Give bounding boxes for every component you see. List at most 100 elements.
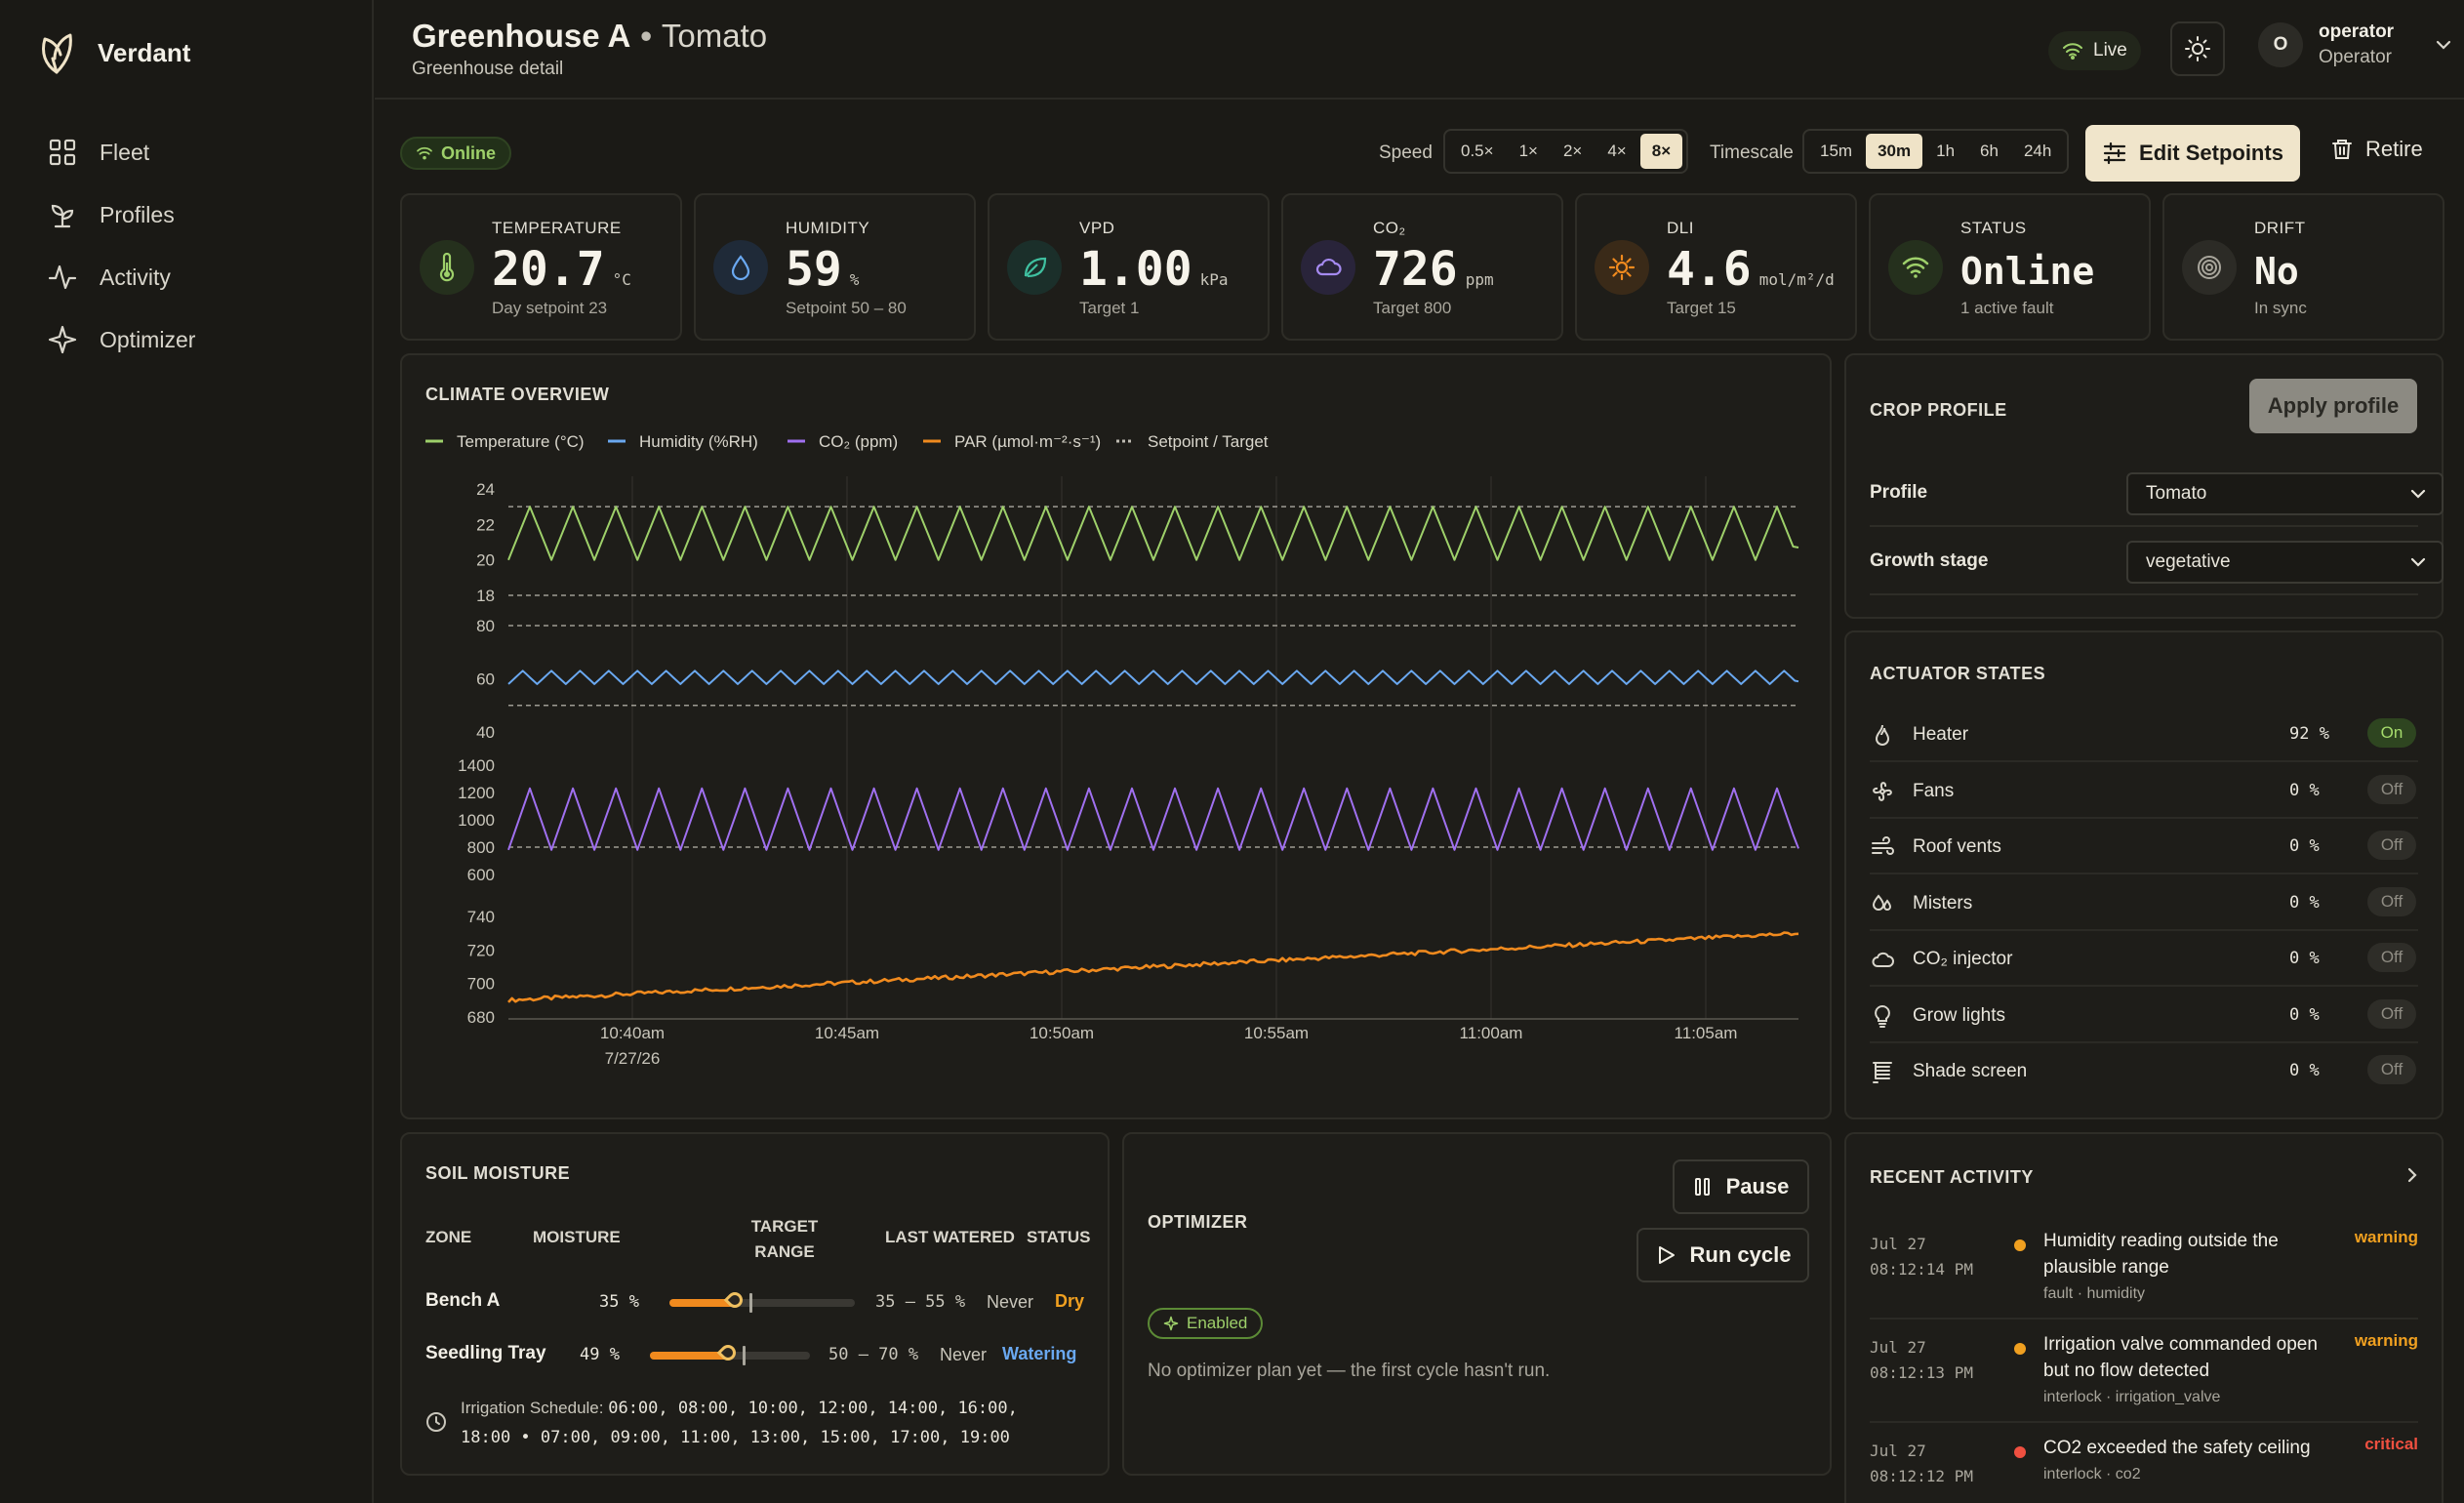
moisture-value: 49 % (580, 1345, 620, 1364)
legend-label: Humidity (%RH) (639, 432, 758, 451)
activity-date: Jul 27 (1870, 1338, 1926, 1357)
timescale-option[interactable]: 15m (1808, 134, 1864, 169)
activity-timestamp: Jul 27 08:12:14 PM (1870, 1232, 1973, 1282)
apply-profile-button[interactable]: Apply profile (2249, 379, 2417, 433)
kpi-value-number: Online (1960, 250, 2095, 293)
timescale-option[interactable]: 6h (1968, 134, 2010, 169)
growth-stage-select[interactable]: vegetative (2126, 541, 2444, 584)
timescale-label: Timescale (1710, 142, 1794, 163)
column-header-status: STATUS (1027, 1228, 1091, 1246)
y-tick-label: 600 (467, 866, 495, 884)
leaf-logo-icon (42, 33, 72, 74)
chevron-right-icon[interactable] (2403, 1165, 2422, 1185)
pause-button[interactable]: Pause (1673, 1159, 1809, 1214)
enabled-label: Enabled (1187, 1314, 1248, 1332)
kpi-footnote: Setpoint 50 – 80 (786, 299, 907, 317)
legend-item: Setpoint / Target (1116, 432, 1269, 451)
sidebar-item-label: Optimizer (100, 326, 196, 352)
y-tick-label: 24 (476, 480, 495, 499)
profile-row: Profile Tomato (1870, 459, 2444, 527)
column-header-moisture: MOISTURE (533, 1228, 621, 1246)
kpi-label: DLI (1667, 219, 1694, 237)
brand[interactable]: Verdant (35, 29, 190, 76)
activity-message-block: Humidity reading outside the plausible r… (2043, 1228, 2326, 1306)
actuator-row-grow-lights: Grow lights 0 % Off (1870, 988, 2418, 1043)
activity-timestamp: Jul 27 08:12:13 PM (1870, 1335, 1973, 1386)
fan-icon (1873, 781, 1892, 801)
recent-activity-card: RECENT ACTIVITY Jul 27 08:12:14 PM Humidit… (1844, 1132, 2444, 1503)
sidebar-item-profiles[interactable]: Profiles (47, 183, 340, 246)
actuator-percent: 0 % (2289, 780, 2320, 800)
speed-option[interactable]: 4× (1596, 134, 1637, 169)
kpi-value-number: 726 (1373, 242, 1458, 297)
retire-label: Retire (2365, 137, 2423, 161)
actuator-state-badge: Off (2367, 943, 2416, 972)
sun-icon (1608, 254, 1636, 281)
profile-select-value: Tomato (2146, 483, 2207, 504)
pause-label: Pause (1725, 1174, 1790, 1198)
profile-select[interactable]: Tomato (2126, 472, 2444, 515)
sidebar: Verdant Fleet Profiles Activity Optimize… (0, 0, 374, 1503)
severity-label: critical (2364, 1435, 2418, 1453)
kpi-card-humidity: HUMIDITY 59% Setpoint 50 – 80 (694, 193, 976, 341)
theme-toggle-button[interactable] (2170, 21, 2225, 76)
speed-option[interactable]: 8× (1639, 134, 1683, 169)
y-tick-label: 740 (467, 908, 495, 926)
sparkle-icon (48, 325, 77, 354)
timescale-option[interactable]: 30m (1866, 134, 1923, 169)
status-badge-label: Online (441, 142, 497, 163)
sidebar-nav: Fleet Profiles Activity Optimizer (47, 121, 340, 371)
y-tick-label: 60 (476, 670, 495, 689)
last-watered-value: Never (987, 1292, 1034, 1312)
soil-moisture-card: SOIL MOISTURE ZONE MOISTURE TARGET RANGE… (400, 1132, 1110, 1476)
actuator-icon-wrap (1870, 834, 1895, 860)
actuator-name: Fans (1913, 780, 1955, 801)
run-cycle-button[interactable]: Run cycle (1636, 1228, 1809, 1282)
sidebar-item-activity[interactable]: Activity (47, 246, 340, 308)
speed-option[interactable]: 0.5× (1449, 134, 1506, 169)
chevron-down-icon (2410, 557, 2426, 567)
climate-overview-card: CLIMATE OVERVIEW Temperature (°C) Humidit… (400, 353, 1832, 1119)
timescale-option[interactable]: 1h (1924, 134, 1966, 169)
target-low-tick (743, 1346, 747, 1365)
timescale-option[interactable]: 24h (2012, 134, 2063, 169)
legend-item: PAR (µmol·m⁻²·s⁻¹) (923, 432, 1101, 451)
activity-time: 08:12:13 PM (1870, 1363, 1973, 1382)
kpi-value: Online (1960, 250, 2094, 293)
y-tick-label: 1000 (458, 811, 495, 830)
wifi-icon (417, 146, 432, 160)
activity-message-block: Irrigation valve commanded open but no f… (2043, 1331, 2326, 1409)
wifi-icon (1902, 257, 1929, 278)
x-tick-label: 10:50am (1030, 1024, 1094, 1042)
moisture-knob (723, 1288, 746, 1312)
profile-label: Profile (1870, 482, 1928, 503)
live-indicator[interactable]: Live (2048, 31, 2141, 70)
legend-label: Temperature (°C) (457, 432, 585, 451)
speed-option[interactable]: 1× (1508, 134, 1550, 169)
sidebar-item-fleet[interactable]: Fleet (47, 121, 340, 183)
actuator-icon-wrap (1870, 1003, 1895, 1029)
grid-icon (49, 139, 76, 166)
edit-setpoints-button[interactable]: Edit Setpoints (2085, 125, 2300, 182)
irrigation-schedule: Irrigation Schedule: 06:00, 08:00, 10:00… (461, 1394, 1018, 1452)
kpi-value: 20.7 °C (492, 242, 631, 297)
growth-stage-label: Growth stage (1870, 550, 1989, 571)
crop-profile-card: CROP PROFILE Apply profile Profile Tomat… (1844, 353, 2444, 619)
retire-button[interactable]: Retire (2330, 137, 2423, 162)
kpi-value: No (2254, 250, 2299, 293)
user-menu[interactable]: O operator Operator (2258, 21, 2454, 68)
user-role: Operator (2319, 47, 2392, 67)
growth-stage-select-value: vegetative (2146, 551, 2231, 572)
kpi-label: STATUS (1960, 219, 2027, 237)
activity-date: Jul 27 (1870, 1442, 1926, 1460)
kpi-footnote: Target 800 (1373, 299, 1452, 317)
timescale-selector: 15m 30m 1h 6h 24h (1802, 129, 2070, 174)
severity-label: warning (2354, 1331, 2418, 1350)
kpi-card-temperature: TEMPERATURE 20.7 °C Day setpoint 23 (400, 193, 682, 341)
kpi-label: CO₂ (1373, 219, 1406, 237)
zone-name: Seedling Tray (425, 1343, 546, 1363)
kpi-unit: % (849, 270, 860, 289)
sidebar-item-optimizer[interactable]: Optimizer (47, 308, 340, 371)
speed-option[interactable]: 2× (1552, 134, 1594, 169)
actuator-name: CO₂ injector (1913, 949, 2013, 969)
